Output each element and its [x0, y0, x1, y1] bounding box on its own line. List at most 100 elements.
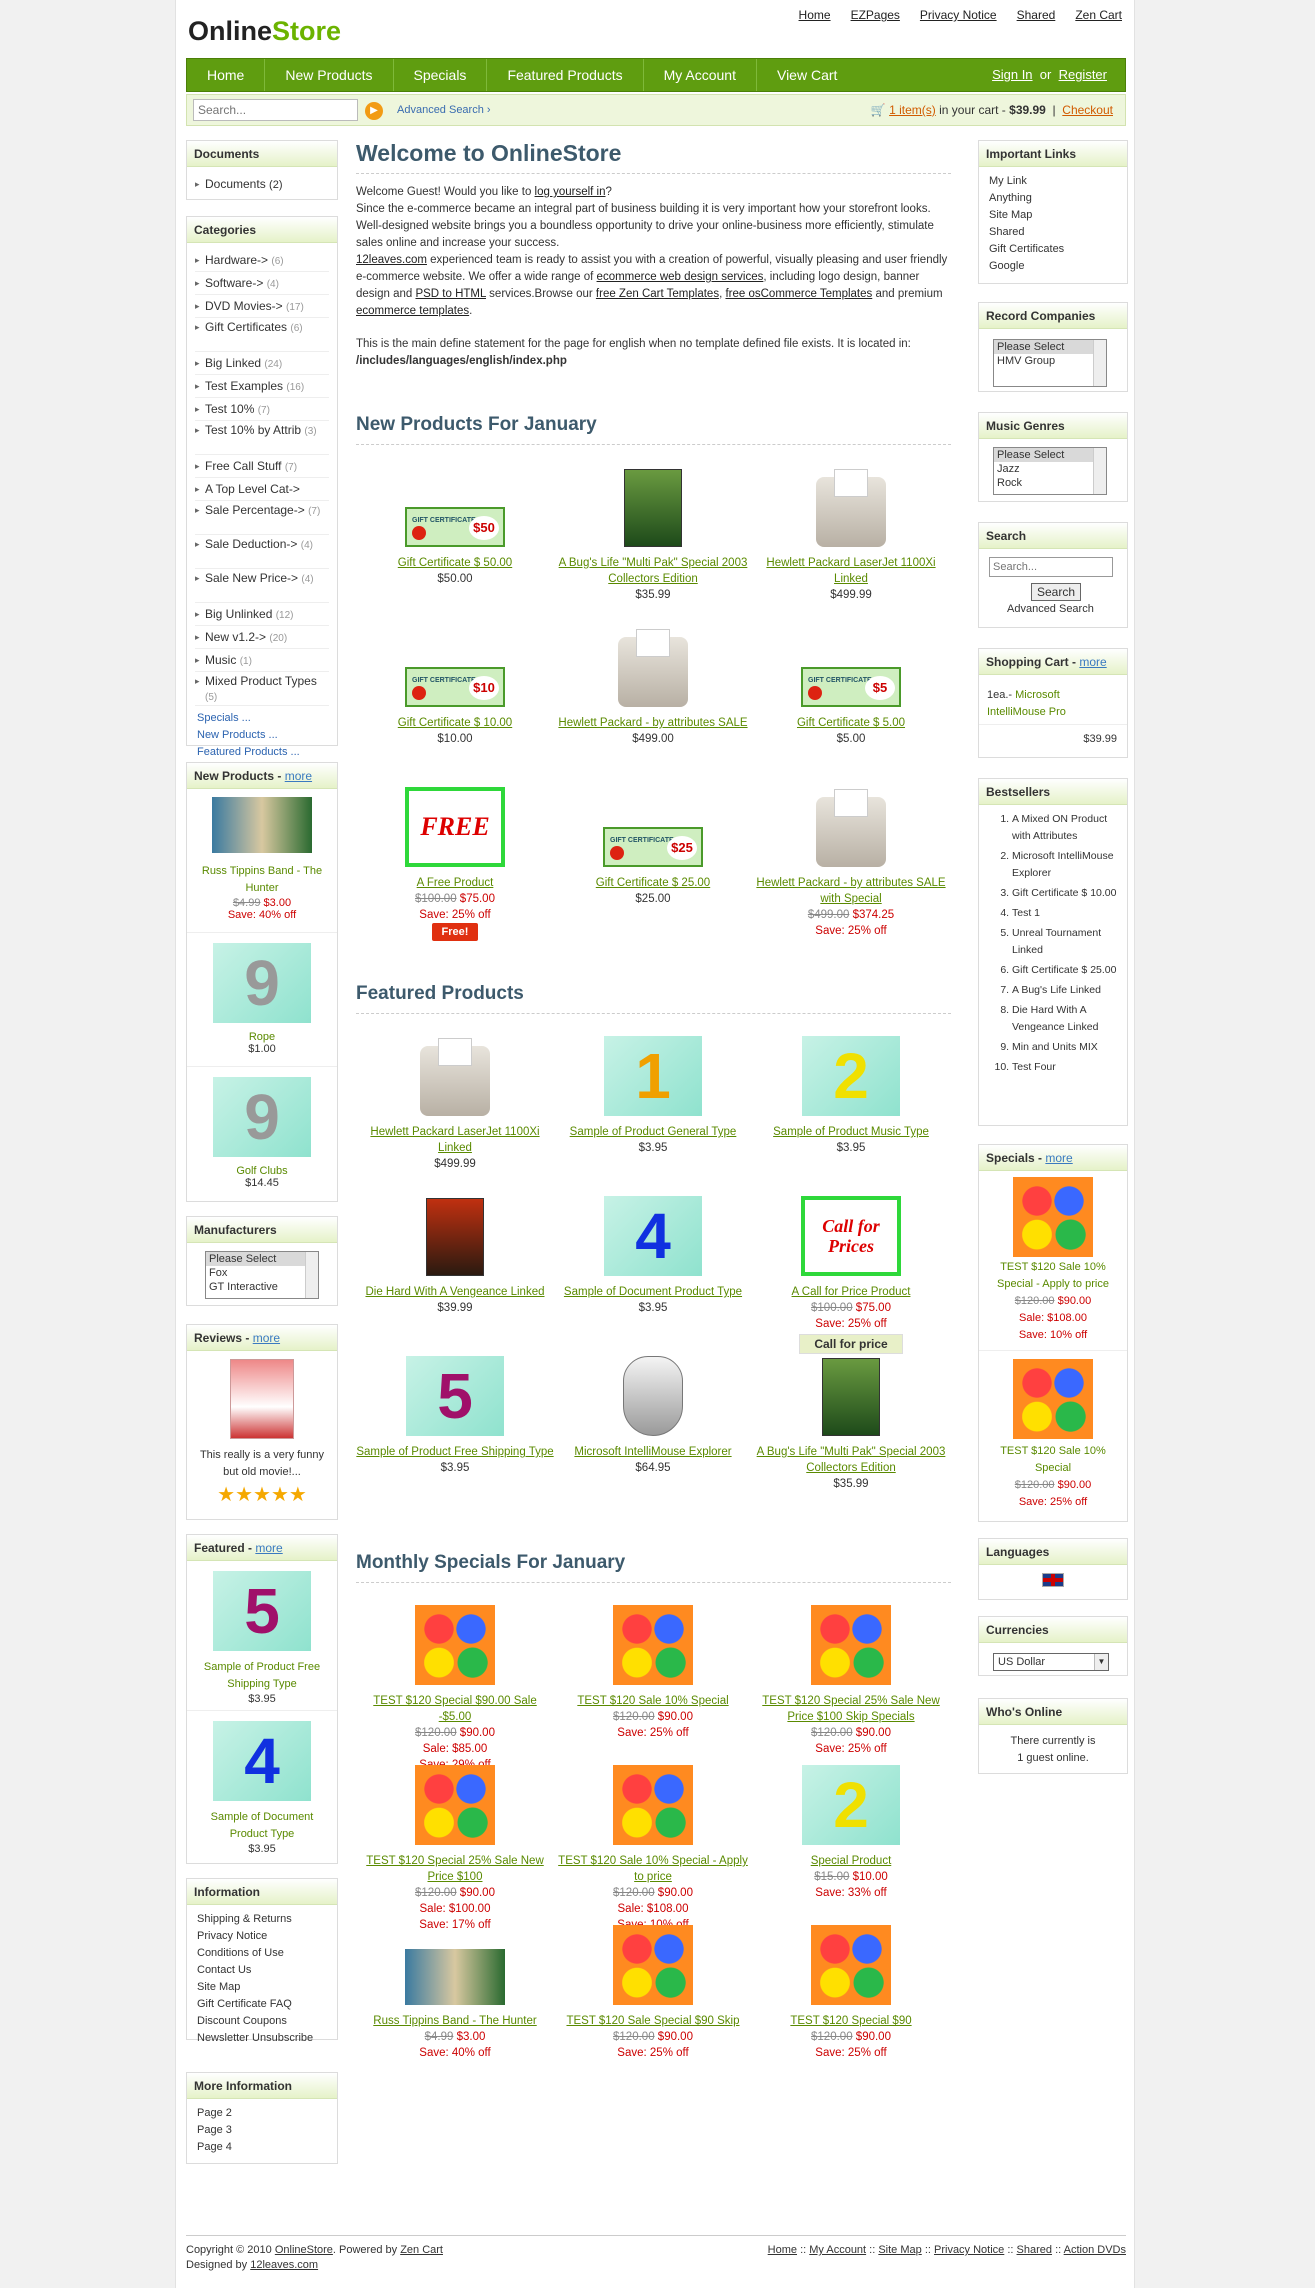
gift-certificate-image[interactable]: GIFT CERTIFICATE $10: [405, 667, 505, 707]
record-companies-select[interactable]: Please Select HMV Group: [993, 339, 1107, 387]
bestseller-item[interactable]: Gift Certificate $ 10.00: [1012, 885, 1119, 902]
category-item[interactable]: Test 10% (7): [195, 398, 329, 421]
buttons-product-image[interactable]: [415, 1765, 495, 1845]
login-link[interactable]: log yourself in: [535, 186, 606, 198]
printer-image[interactable]: [816, 789, 886, 867]
category-link[interactable]: Featured Products ...: [197, 746, 327, 763]
category-item[interactable]: Big Unlinked (12): [195, 603, 329, 626]
music-genres-select[interactable]: Please Select Jazz Rock: [993, 447, 1107, 495]
nav-view-cart[interactable]: View Cart: [757, 59, 857, 91]
buttons-product-image[interactable]: [613, 1605, 693, 1685]
bestseller-item[interactable]: Microsoft IntelliMouse Explorer: [1012, 848, 1119, 882]
bestseller-item[interactable]: A Mixed ON Product with Attributes: [1012, 811, 1119, 845]
nav-featured[interactable]: Featured Products: [487, 59, 644, 91]
scrollbar[interactable]: [1093, 340, 1106, 386]
important-link[interactable]: Anything: [989, 192, 1117, 209]
side-product[interactable]: 9 Golf Clubs $14.45: [187, 1067, 337, 1201]
advanced-search-link[interactable]: Advanced Search ›: [397, 104, 491, 116]
store-logo[interactable]: OnlineStore: [188, 16, 341, 47]
category-item[interactable]: Gift Certificates (6): [195, 318, 329, 352]
category-label[interactable]: Test 10%: [205, 402, 254, 416]
band-product-image[interactable]: [405, 1949, 505, 2005]
bestseller-item[interactable]: Test 1: [1012, 905, 1119, 922]
product-name-link[interactable]: TEST $120 Special $90: [752, 2013, 950, 2029]
category-item[interactable]: Sale Percentage-> (7): [195, 501, 329, 535]
info-link[interactable]: Contact Us: [197, 1964, 327, 1981]
category-label[interactable]: Software->: [205, 276, 263, 290]
review-image[interactable]: [230, 1359, 294, 1439]
link-zen-templates[interactable]: free Zen Cart Templates: [596, 288, 719, 300]
toplink-zencart[interactable]: Zen Cart: [1075, 8, 1122, 22]
product-name-link[interactable]: A Bug's Life "Multi Pak" Special 2003 Co…: [752, 1444, 950, 1476]
cart-items-link[interactable]: 1 item(s): [889, 103, 936, 117]
category-label[interactable]: Mixed Product Types: [205, 674, 317, 688]
reviews-more-link[interactable]: more: [253, 1331, 280, 1345]
footer-designer-link[interactable]: 12leaves.com: [250, 2259, 318, 2271]
manufacturers-select[interactable]: Please Select Fox GT Interactive: [205, 1251, 319, 1299]
category-item[interactable]: A Top Level Cat->: [195, 478, 329, 501]
category-label[interactable]: Gift Certificates: [205, 320, 287, 334]
number-product-image[interactable]: 4: [604, 1196, 702, 1276]
register-link[interactable]: Register: [1059, 67, 1107, 82]
review-text[interactable]: This really is a very funny but old movi…: [197, 1447, 327, 1481]
scrollbar[interactable]: [305, 1252, 318, 1298]
category-item[interactable]: DVD Movies-> (17): [195, 295, 329, 318]
important-link[interactable]: Site Map: [989, 209, 1117, 226]
product-name-link[interactable]: Microsoft IntelliMouse Explorer: [554, 1444, 752, 1460]
category-item[interactable]: Free Call Stuff (7): [195, 455, 329, 478]
footer-link[interactable]: My Account: [809, 2244, 866, 2256]
featured-more-link[interactable]: more: [255, 1541, 282, 1555]
scrollbar[interactable]: [1093, 448, 1106, 494]
category-label[interactable]: Music: [205, 653, 236, 667]
side-advanced-search-link[interactable]: Advanced Search: [1007, 603, 1094, 615]
buttons-product-image[interactable]: [415, 1605, 495, 1685]
category-label[interactable]: Sale Deduction->: [205, 537, 297, 551]
bestseller-item[interactable]: Min and Units MIX: [1012, 1039, 1119, 1056]
bestseller-item[interactable]: Gift Certificate $ 25.00: [1012, 962, 1119, 979]
product-name-link[interactable]: Die Hard With A Vengeance Linked: [356, 1284, 554, 1300]
product-name-link[interactable]: TEST $120 Sale Special $90 Skip: [554, 2013, 752, 2029]
category-label[interactable]: Test 10% by Attrib: [205, 423, 301, 437]
gift-certificate-image[interactable]: GIFT CERTIFICATE $25: [603, 827, 703, 867]
category-label[interactable]: Sale New Price->: [205, 571, 298, 585]
product-name[interactable]: Rope: [187, 1031, 337, 1043]
product-name-link[interactable]: A Bug's Life "Multi Pak" Special 2003 Co…: [554, 555, 752, 587]
product-name-link[interactable]: Gift Certificate $ 50.00: [356, 555, 554, 571]
new-products-more-link[interactable]: more: [285, 769, 312, 783]
product-name-link[interactable]: Hewlett Packard LaserJet 1100Xi Linked: [356, 1124, 554, 1156]
number-product-image[interactable]: 1: [604, 1036, 702, 1116]
mouse-product-image[interactable]: [623, 1356, 683, 1436]
side-product[interactable]: TEST $120 Sale 10% Special $120.00 $90.0…: [979, 1351, 1127, 1517]
side-search-input[interactable]: [989, 557, 1113, 577]
info-link[interactable]: Page 4: [197, 2141, 327, 2158]
footer-link[interactable]: Site Map: [878, 2244, 921, 2256]
category-label[interactable]: Hardware->: [205, 253, 268, 267]
product-name[interactable]: Sample of Product Free Shipping Type: [187, 1659, 337, 1693]
info-link[interactable]: Discount Coupons: [197, 2015, 327, 2032]
category-item[interactable]: Sale New Price-> (4): [195, 569, 329, 603]
info-link[interactable]: Newsletter Unsubscribe: [197, 2032, 327, 2049]
link-web-design[interactable]: ecommerce web design services: [597, 271, 764, 283]
category-label[interactable]: New v1.2->: [205, 630, 266, 644]
category-item[interactable]: Sale Deduction-> (4): [195, 535, 329, 569]
category-label[interactable]: A Top Level Cat->: [205, 482, 300, 496]
product-name[interactable]: Russ Tippins Band - The Hunter: [187, 863, 337, 897]
side-product[interactable]: 4 Sample of Document Product Type $3.95: [187, 1711, 337, 1861]
product-name-link[interactable]: Sample of Document Product Type: [554, 1284, 752, 1300]
cart-more-link[interactable]: more: [1079, 655, 1106, 669]
bestseller-item[interactable]: Die Hard With A Vengeance Linked: [1012, 1002, 1119, 1036]
currency-select[interactable]: US Dollar ▼: [993, 1653, 1109, 1671]
number-product-image[interactable]: 5: [406, 1356, 504, 1436]
movie-poster-image[interactable]: [426, 1198, 484, 1276]
printer-image[interactable]: [420, 1038, 490, 1116]
toplink-privacy[interactable]: Privacy Notice: [920, 8, 997, 22]
printer-image[interactable]: [816, 469, 886, 547]
product-name-link[interactable]: Russ Tippins Band - The Hunter: [356, 2013, 554, 2029]
product-name-link[interactable]: TEST $120 Sale 10% Special - Apply to pr…: [554, 1853, 752, 1885]
category-link[interactable]: Specials ...: [197, 712, 327, 729]
category-item[interactable]: New v1.2-> (20): [195, 626, 329, 649]
category-item[interactable]: Mixed Product Types (5): [195, 672, 329, 706]
category-label[interactable]: Big Unlinked: [205, 607, 272, 621]
product-name-link[interactable]: Gift Certificate $ 5.00: [752, 715, 950, 731]
info-link[interactable]: Privacy Notice: [197, 1930, 327, 1947]
